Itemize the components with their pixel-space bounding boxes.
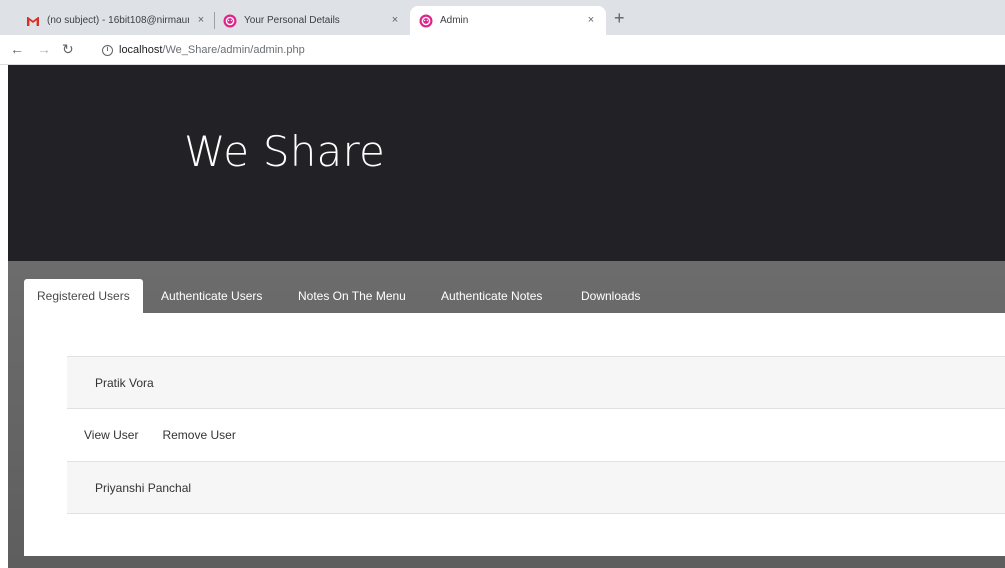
browser-tab-gmail[interactable]: (no subject) - 16bit108@nirmauni.ac.in × (26, 6, 212, 35)
tab-authenticate-users[interactable]: Authenticate Users (161, 279, 262, 313)
url-host: localhost (119, 44, 163, 56)
address-bar[interactable]: i localhost/We_Share/admin/admin.php (90, 39, 1000, 61)
remove-user-button[interactable]: Remove User (162, 428, 235, 442)
browser-tab-title: Your Personal Details (244, 15, 340, 26)
url-path: /We_Share/admin/admin.php (162, 44, 305, 56)
reload-icon[interactable]: ↻ (62, 41, 74, 57)
hero-banner: We Share (8, 65, 1005, 261)
list-item[interactable]: Priyanshi Panchal (67, 462, 1005, 514)
gmail-icon (27, 16, 39, 26)
browser-tab-title: Admin (440, 15, 469, 26)
tab-notes-on-the-menu[interactable]: Notes On The Menu (298, 279, 406, 313)
tab-downloads[interactable]: Downloads (581, 279, 640, 313)
view-user-button[interactable]: View User (84, 428, 138, 442)
close-tab-icon[interactable]: × (388, 13, 402, 27)
back-arrow-icon[interactable]: ← (10, 41, 24, 57)
browser-tab-personal-details[interactable]: Your Personal Details × (223, 6, 410, 35)
site-favicon-icon (419, 14, 433, 27)
user-name: Pratik Vora (95, 375, 154, 390)
forward-arrow-icon[interactable]: → (37, 41, 51, 57)
page-content: We Share Registered Users Authenticate U… (8, 65, 1005, 568)
admin-section: Registered Users Authenticate Users Note… (8, 261, 1005, 568)
tab-authenticate-notes[interactable]: Authenticate Notes (441, 279, 542, 313)
site-brand-title: We Share (184, 127, 386, 176)
close-tab-icon[interactable]: × (584, 13, 598, 27)
list-item[interactable]: Pratik Vora (67, 357, 1005, 409)
close-tab-icon[interactable]: × (194, 13, 208, 27)
site-favicon-icon (223, 14, 237, 27)
browser-tab-admin[interactable]: Admin × (410, 6, 606, 35)
new-tab-button[interactable]: + (614, 9, 625, 27)
user-actions: View User Remove User (67, 409, 1005, 462)
browser-tab-title: (no subject) - 16bit108@nirmauni.ac.in (47, 15, 189, 26)
registered-users-panel: Pratik Vora View User Remove User Priyan… (24, 313, 1005, 556)
info-icon[interactable]: i (102, 44, 113, 56)
user-name: Priyanshi Panchal (95, 480, 192, 495)
tab-separator (214, 12, 215, 29)
tab-registered-users[interactable]: Registered Users (24, 279, 143, 313)
users-list: Pratik Vora View User Remove User Priyan… (67, 356, 1005, 514)
browser-tab-strip: (no subject) - 16bit108@nirmauni.ac.in ×… (0, 0, 1005, 35)
browser-toolbar: ← → ↻ i localhost/We_Share/admin/admin.p… (0, 35, 1005, 65)
